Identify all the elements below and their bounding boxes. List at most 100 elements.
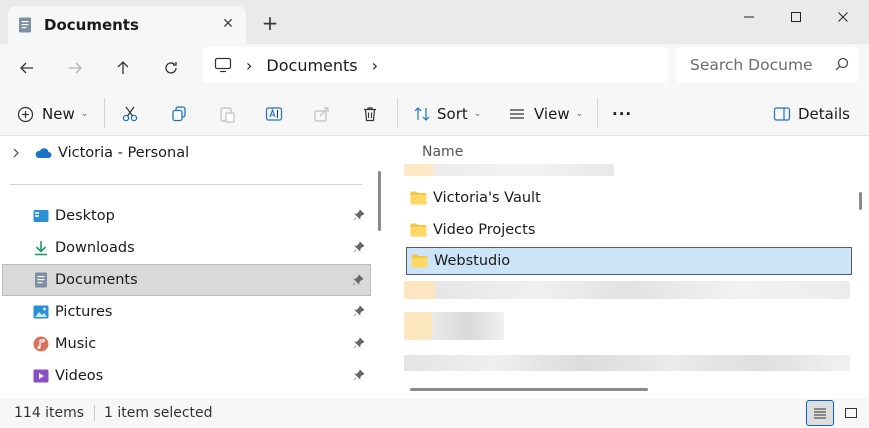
list-item[interactable]: Victoria's Vault <box>406 184 852 212</box>
file-name: Video Projects <box>433 222 536 238</box>
title-bar: Documents ✕ + <box>0 0 869 44</box>
arrow-up-icon <box>117 61 129 74</box>
back-button[interactable] <box>11 52 43 84</box>
view-label: View <box>534 105 570 123</box>
blurred-row <box>404 312 504 340</box>
sidebar-item-label: Desktop <box>55 208 115 224</box>
pin-icon[interactable] <box>353 241 365 253</box>
details-label: Details <box>798 105 851 123</box>
navigation-bar: › Documents › Search Docume <box>0 44 869 90</box>
pictures-icon <box>33 305 49 319</box>
file-name: Webstudio <box>434 253 511 269</box>
folder-icon <box>410 191 427 205</box>
divider <box>104 98 105 128</box>
sidebar-item-videos[interactable]: Videos <box>2 360 371 392</box>
address-bar[interactable]: › Documents › <box>202 47 668 83</box>
rename-button[interactable] <box>265 98 283 130</box>
chevron-down-icon: ⌄ <box>473 109 482 119</box>
sidebar-item-downloads[interactable]: Downloads <box>2 232 371 264</box>
tab-title: Documents <box>44 16 139 34</box>
new-tab-button[interactable]: + <box>258 12 282 36</box>
content-scrollbar-vertical[interactable] <box>859 192 862 210</box>
sidebar-item-label: Pictures <box>55 304 113 320</box>
new-button[interactable]: New ⌄ <box>17 98 88 130</box>
list-item-selected[interactable]: Webstudio <box>406 247 852 275</box>
paste-button[interactable] <box>218 98 236 130</box>
rename-icon <box>265 107 283 121</box>
sidebar-item-music[interactable]: Music <box>2 328 371 360</box>
pin-icon[interactable] <box>353 369 365 381</box>
column-header-name[interactable]: Name <box>422 144 463 160</box>
file-list: Name Victoria's Vault Video Projects Web… <box>388 137 869 397</box>
delete-button[interactable] <box>361 98 379 130</box>
sort-button[interactable]: Sort ⌄ <box>413 98 481 130</box>
cut-button[interactable] <box>121 98 139 130</box>
pin-icon[interactable] <box>353 305 365 317</box>
breadcrumb-separator[interactable]: › <box>246 56 252 75</box>
sidebar-item-label: Victoria - Personal <box>58 145 190 161</box>
pin-icon[interactable] <box>352 274 364 286</box>
view-button[interactable]: View ⌄ <box>508 98 583 130</box>
search-input[interactable]: Search Docume <box>690 56 813 74</box>
refresh-button[interactable] <box>155 52 187 84</box>
breadcrumb-documents[interactable]: Documents <box>266 56 357 75</box>
sidebar-item-desktop[interactable]: Desktop <box>2 200 371 232</box>
arrow-left-icon <box>20 62 33 74</box>
close-icon <box>838 12 848 22</box>
videos-icon <box>33 369 49 383</box>
tab-close-icon[interactable]: ✕ <box>220 16 236 32</box>
sidebar-item-label: Downloads <box>55 240 135 256</box>
folder-icon <box>410 223 427 237</box>
file-name: Victoria's Vault <box>433 190 541 206</box>
breadcrumb-chevron[interactable]: › <box>372 56 378 75</box>
pin-icon[interactable] <box>353 337 365 349</box>
blurred-row <box>404 355 850 371</box>
item-count: 114 items <box>14 405 85 421</box>
divider <box>397 98 398 128</box>
download-icon <box>35 241 47 256</box>
up-button[interactable] <box>107 52 139 84</box>
sidebar-item-label: Documents <box>55 272 138 288</box>
music-icon <box>33 336 49 352</box>
large-icons-view-button[interactable] <box>837 400 865 426</box>
divider <box>10 184 362 185</box>
close-window-button[interactable] <box>820 0 866 34</box>
list-view-icon <box>510 109 524 119</box>
desktop-icon <box>33 210 49 222</box>
status-bar: 114 items 1 item selected <box>0 398 869 428</box>
chevron-down-icon: ⌄ <box>80 109 89 119</box>
sidebar-item-onedrive[interactable]: Victoria - Personal <box>2 137 371 169</box>
documents-icon <box>19 17 31 33</box>
search-box[interactable]: Search Docume <box>676 47 859 83</box>
minimize-button[interactable] <box>726 0 772 34</box>
content-scrollbar-horizontal[interactable] <box>410 388 648 391</box>
sidebar-item-pictures[interactable]: Pictures <box>2 296 371 328</box>
sort-label: Sort <box>437 105 468 123</box>
pin-icon[interactable] <box>353 209 365 221</box>
share-button[interactable] <box>313 98 331 130</box>
forward-button[interactable] <box>59 52 91 84</box>
new-label: New <box>42 105 75 123</box>
tab-documents[interactable]: Documents ✕ <box>8 6 246 44</box>
scissors-icon <box>122 106 138 122</box>
details-view-button[interactable] <box>806 400 834 426</box>
copy-button[interactable] <box>170 98 188 130</box>
sidebar-item-documents[interactable]: Documents <box>2 264 371 296</box>
blurred-row <box>404 281 850 299</box>
more-options-button[interactable]: ··· <box>612 98 632 130</box>
arrow-right-icon <box>69 62 82 74</box>
details-button[interactable]: Details <box>773 98 850 130</box>
paste-icon <box>220 107 235 123</box>
details-pane-icon <box>773 107 791 121</box>
sort-icon <box>414 107 430 121</box>
list-item[interactable]: Video Projects <box>406 216 852 244</box>
sidebar-item-label: Videos <box>55 368 104 384</box>
maximize-button[interactable] <box>773 0 819 34</box>
command-bar: New ⌄ Sort ⌄ View ⌄ ··· Details <box>0 90 869 136</box>
search-icon <box>835 57 849 71</box>
sidebar-item-label: Music <box>55 336 97 352</box>
cloud-icon <box>35 148 52 158</box>
details-view-icon <box>814 408 826 419</box>
sidebar-scrollbar[interactable] <box>378 171 381 231</box>
tiles-view-icon <box>845 408 857 418</box>
